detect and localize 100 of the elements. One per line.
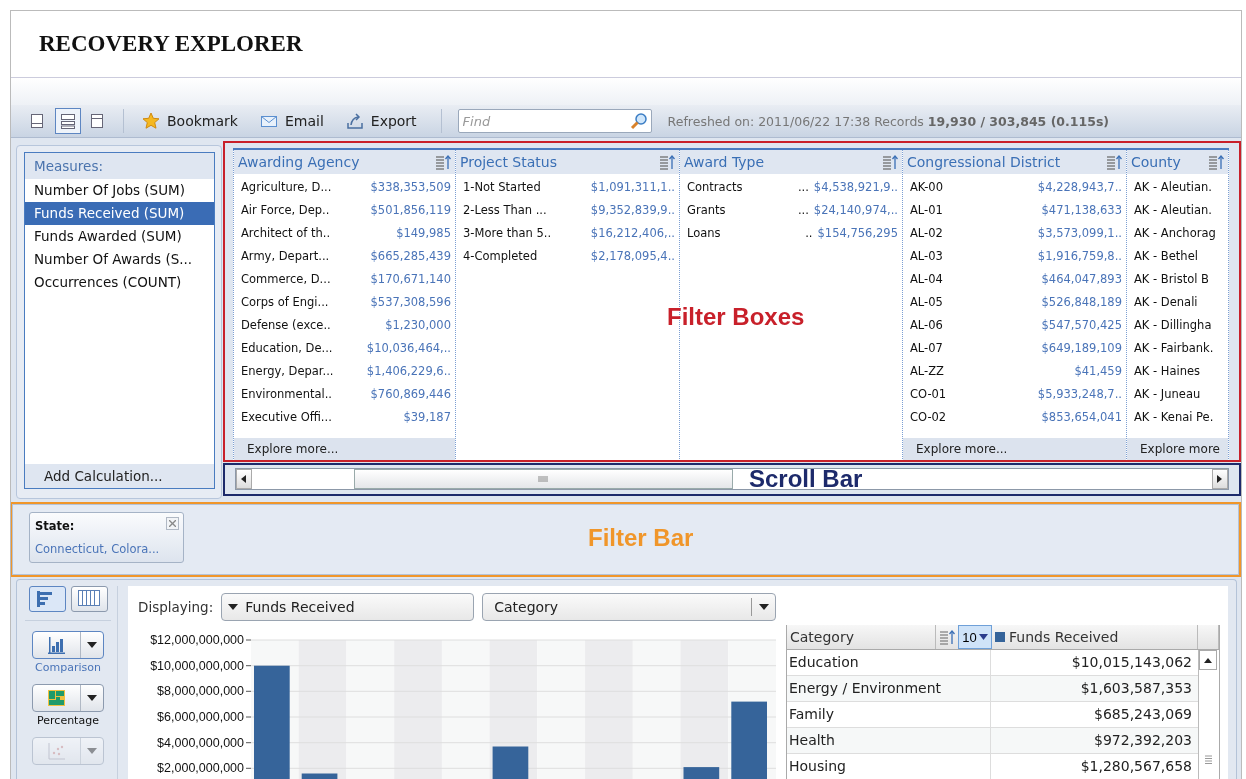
- ellipsis-text: ..: [805, 225, 813, 240]
- filter-item[interactable]: CO-01: [910, 386, 1038, 401]
- filter-box-title: Award Type: [684, 154, 765, 170]
- app-title: RECOVERY EXPLORER: [39, 31, 303, 57]
- table-cell-text: $685,243,069: [1093, 705, 1193, 724]
- filter-item[interactable]: AK - Dillingha: [1134, 317, 1224, 332]
- filter-item[interactable]: AL-02: [910, 225, 1038, 240]
- filter-item[interactable]: AK-00: [910, 179, 1038, 194]
- filter-value: $4,228,943,7..: [1037, 179, 1122, 194]
- filter-item[interactable]: AL-01: [910, 202, 1042, 217]
- filter-item[interactable]: Education, De...: [241, 340, 367, 355]
- filter-item[interactable]: AK - Fairbank.: [1134, 340, 1224, 355]
- column-header[interactable]: Category: [787, 625, 936, 649]
- column-header[interactable]: Funds Received: [1009, 629, 1119, 645]
- filter-value: $1,916,759,8..: [1037, 248, 1122, 263]
- filter-value: $760,869,446: [370, 386, 451, 401]
- add-calculation-button[interactable]: Add Calculation...: [25, 464, 214, 488]
- filter-item[interactable]: Army, Depart...: [241, 248, 371, 263]
- filter-box-title: Congressional District: [907, 154, 1061, 170]
- explore-more-link[interactable]: Explore more...: [234, 438, 455, 460]
- filter-value: $471,138,633: [1041, 202, 1122, 217]
- filter-value: $649,189,109: [1041, 340, 1122, 355]
- filter-item[interactable]: AK - Bristol B: [1134, 271, 1224, 286]
- filter-item[interactable]: AK - Bethel: [1134, 248, 1224, 263]
- explore-more-link[interactable]: Explore more: [1127, 438, 1228, 460]
- filter-value: $526,848,189: [1041, 294, 1122, 309]
- filter-item[interactable]: Agriculture, D...: [241, 179, 371, 194]
- filter-item[interactable]: 2-Less Than ...: [463, 202, 591, 217]
- filter-value: $3,573,099,1..: [1037, 225, 1122, 240]
- filter-item[interactable]: AK - Kenai Pe.: [1134, 409, 1224, 424]
- filter-item[interactable]: Corps of Engi...: [241, 294, 371, 309]
- filter-value: $5,933,248,7..: [1037, 386, 1122, 401]
- filter-item[interactable]: Architect of th..: [241, 225, 397, 240]
- filter-item[interactable]: Environmental..: [241, 386, 371, 401]
- filter-item[interactable]: AL-ZZ: [910, 363, 1075, 378]
- axis-tick-label: $6,000,000,000: [157, 710, 244, 724]
- toolbar-button[interactable]: Bookmark: [136, 112, 250, 130]
- table-cell: Education: [787, 650, 991, 675]
- filter-item[interactable]: 1-Not Started: [463, 179, 591, 194]
- filter-box-title: Awarding Agency: [238, 154, 360, 170]
- filter-value: $16,212,406,..: [590, 225, 675, 240]
- measure-item[interactable]: Number Of Jobs (SUM): [25, 179, 214, 202]
- filter-item[interactable]: Defense (exce..: [241, 317, 386, 332]
- toolbar-button[interactable]: Email: [253, 112, 336, 130]
- search-field[interactable]: Find: [457, 109, 652, 133]
- toolbar-button[interactable]: Export: [339, 112, 429, 130]
- axis-tick-label: $2,000,000,000: [157, 761, 244, 776]
- measure-item[interactable]: Occurrences (COUNT): [25, 271, 214, 294]
- filter-item[interactable]: Commerce, D...: [241, 271, 371, 286]
- table-cell: Health: [787, 728, 991, 753]
- filter-item[interactable]: AK - Denali: [1134, 294, 1224, 309]
- filter-item[interactable]: AK - Juneau: [1134, 386, 1224, 401]
- filter-chip-label: State:: [35, 519, 75, 533]
- table-cell-text: $972,392,203: [1093, 731, 1193, 750]
- status-text: Refreshed on: 2011/06/22 17:38 Records 19,930 / 303,845 (0.115s): [667, 113, 1110, 129]
- filter-item[interactable]: Grants: [687, 202, 798, 217]
- filter-value: $464,047,893: [1041, 271, 1122, 286]
- filter-item[interactable]: Air Force, Dep..: [241, 202, 371, 217]
- filter-item[interactable]: AL-07: [910, 340, 1042, 355]
- table-cell-text: $10,015,143,062: [1070, 653, 1193, 672]
- dimension-dropdown[interactable]: Category: [482, 593, 777, 621]
- filter-item[interactable]: AK - Haines: [1134, 363, 1224, 378]
- filter-item[interactable]: 4-Completed: [463, 248, 591, 263]
- filter-chip-value: Connecticut, Colora...: [35, 542, 161, 556]
- filter-item[interactable]: AK - Anchorag: [1134, 225, 1224, 240]
- filter-item[interactable]: 3-More than 5..: [463, 225, 591, 240]
- filter-item[interactable]: AK - Aleutian.: [1134, 202, 1224, 217]
- filter-item[interactable]: AL-05: [910, 294, 1042, 309]
- measure-item[interactable]: Funds Received (SUM): [25, 202, 214, 225]
- filter-value: $10,036,464,..: [366, 340, 451, 355]
- table-cell-text: $1,280,567,658: [1079, 757, 1193, 776]
- filter-value: $149,985: [396, 225, 451, 240]
- filter-value: $39,187: [403, 409, 451, 424]
- filter-item[interactable]: Loans: [687, 225, 806, 240]
- ellipsis-text: ...: [797, 202, 809, 217]
- filter-item[interactable]: Energy, Depar...: [241, 363, 367, 378]
- filter-value: $9,352,839,9..: [590, 202, 675, 217]
- filter-item[interactable]: Executive Offi...: [241, 409, 404, 424]
- top-n-dropdown[interactable]: 10: [958, 625, 992, 649]
- filter-item[interactable]: AK - Aleutian.: [1134, 179, 1224, 194]
- filter-chip[interactable]: State: Connecticut, Colora...: [29, 512, 184, 563]
- measure-item[interactable]: Funds Awarded (SUM): [25, 225, 214, 248]
- filter-item[interactable]: AL-06: [910, 317, 1042, 332]
- axis-tick-label: $10,000,000,000: [150, 658, 244, 673]
- measure-dropdown[interactable]: Funds Received: [221, 593, 475, 621]
- explore-more-link[interactable]: Explore more...: [903, 438, 1126, 460]
- ellipsis-text: ...: [797, 179, 809, 194]
- table-cell: Energy / Environment: [787, 676, 991, 701]
- filter-item[interactable]: AL-04: [910, 271, 1042, 286]
- filter-value: $1,406,229,6..: [366, 363, 451, 378]
- axis-tick-label: $12,000,000,000: [150, 633, 244, 647]
- filter-item[interactable]: AL-03: [910, 248, 1038, 263]
- filter-item[interactable]: Contracts: [687, 179, 798, 194]
- filter-value: $41,459: [1074, 363, 1122, 378]
- filter-item[interactable]: CO-02: [910, 409, 1042, 424]
- measure-item[interactable]: Number Of Awards (S...: [25, 248, 214, 271]
- axis-tick-label: $4,000,000,000: [157, 735, 244, 750]
- filter-value: $154,756,295: [817, 225, 898, 240]
- axis-tick-label: $8,000,000,000: [157, 684, 244, 699]
- annotation-label: Filter Boxes: [667, 303, 805, 331]
